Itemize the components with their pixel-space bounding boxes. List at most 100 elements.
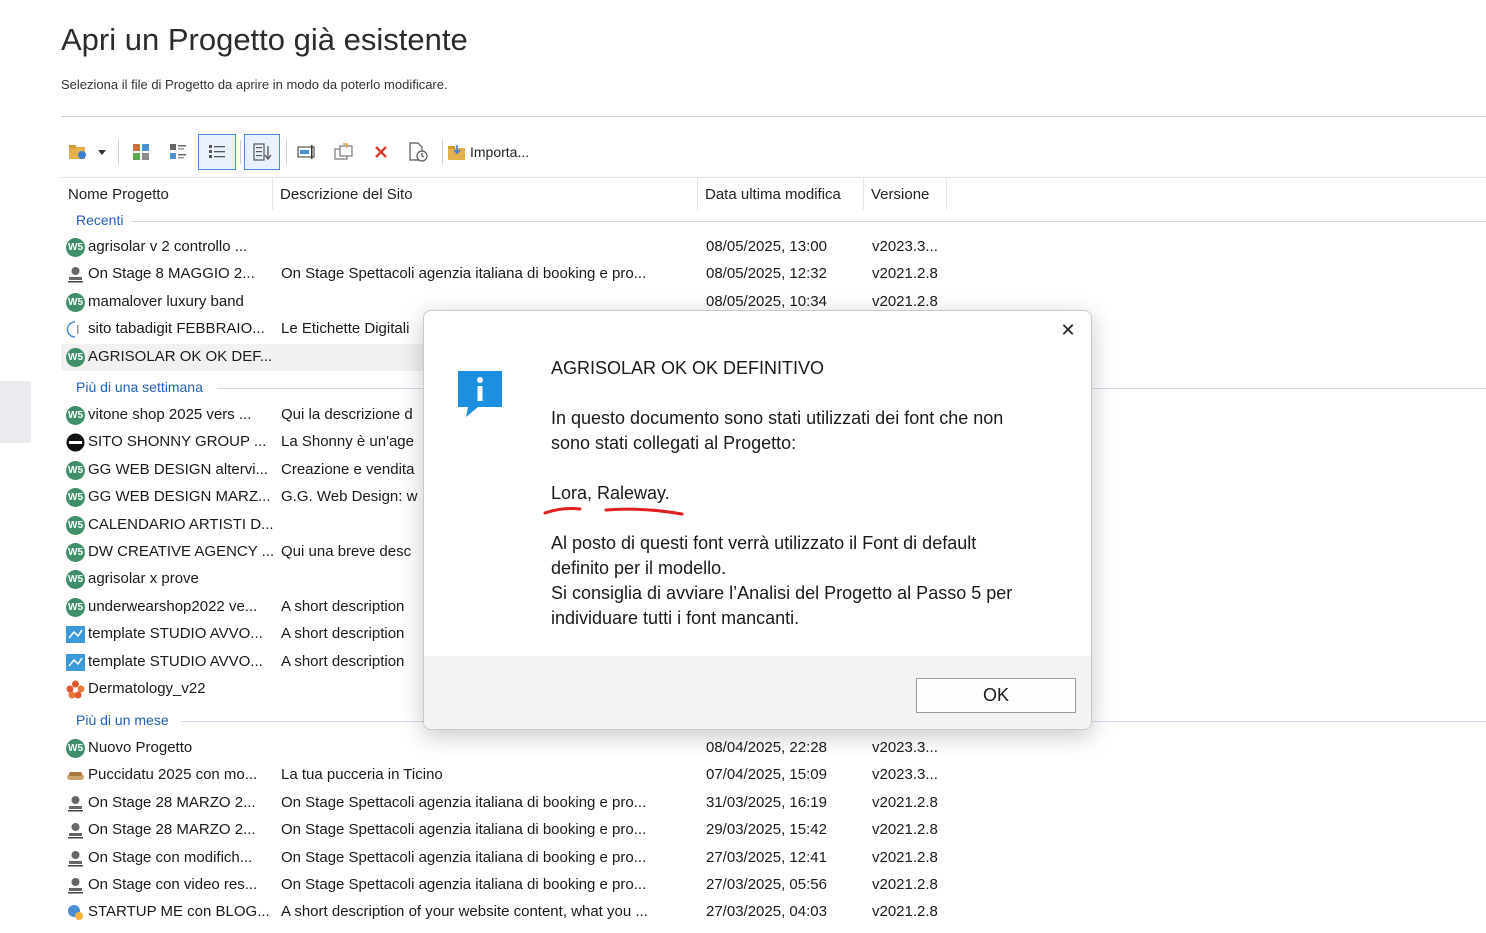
ok-button[interactable]: OK <box>916 678 1076 713</box>
page-subtitle: Seleziona il file di Progetto da aprire … <box>61 77 448 92</box>
list-view-icon[interactable] <box>198 134 236 170</box>
project-date: 08/05/2025, 10:34 <box>706 292 827 310</box>
project-name: GG WEB DESIGN altervi... <box>88 460 269 478</box>
project-version: v2021.2.8 <box>872 292 938 310</box>
project-description: On Stage Spettacoli agenzia italiana di … <box>281 265 647 283</box>
template-thumbnail-icon <box>66 653 85 671</box>
project-version: v2021.2.8 <box>872 265 938 283</box>
table-row[interactable]: On Stage 28 MARZO 2... On Stage Spettacol… <box>61 790 1486 817</box>
project-name: agrisolar v 2 controllo ... <box>88 238 248 255</box>
rename-icon[interactable] <box>290 134 324 170</box>
dialog-message-line: In questo documento sono stati utilizzat… <box>551 408 1004 428</box>
project-name: GG WEB DESIGN MARZ... <box>88 488 271 506</box>
startup-logo-icon <box>68 905 83 921</box>
flower-logo-icon <box>66 680 85 699</box>
missing-fonts-list: Lora, Raleway. <box>551 483 670 503</box>
group-header-month[interactable]: Più di un mese <box>76 712 169 728</box>
project-version: v2021.2.8 <box>872 821 938 839</box>
table-row[interactable]: W5 Nuovo Progetto 08/04/2025, 22:28 v2023.3… <box>61 735 1486 762</box>
dropdown-arrow-icon[interactable] <box>94 134 110 170</box>
person-icon <box>68 823 83 839</box>
group-header-recent[interactable]: Recenti <box>76 212 123 228</box>
toolbar: Importa... <box>64 134 584 172</box>
project-name: agrisolar x prove <box>88 570 199 588</box>
group-header-week[interactable]: Più di una settimana <box>76 379 203 395</box>
websiteX5-project-icon: W5 <box>66 406 85 425</box>
project-name: underwearshop2022 ve... <box>88 597 258 615</box>
new-project-icon[interactable] <box>64 134 94 170</box>
column-header-description[interactable]: Descrizione del Sito <box>273 178 698 210</box>
dialog-message-line: sono stati collegati al Progetto: <box>551 433 797 453</box>
template-thumbnail-icon <box>66 626 85 644</box>
table-row[interactable]: On Stage con video res... On Stage Spetta… <box>61 872 1486 899</box>
table-row[interactable]: On Stage 8 MAGGIO 2... On Stage Spettacol… <box>61 261 1486 288</box>
group-divider <box>131 221 1486 222</box>
column-header-version[interactable]: Versione <box>864 178 947 210</box>
table-row[interactable]: W5 AGRISOLAR OK OK DEF... <box>61 343 441 371</box>
import-folder-icon <box>448 145 465 160</box>
project-description: On Stage Spettacoli agenzia italiana di … <box>281 848 647 866</box>
project-name: Puccidatu 2025 con mo... <box>88 766 258 784</box>
project-name: DW CREATIVE AGENCY ... <box>88 543 273 560</box>
toolbar-separator <box>240 140 241 164</box>
dialog-message-line: definito per il modello. <box>551 558 727 578</box>
person-icon <box>68 795 83 812</box>
project-description: La tua pucceria in Ticino <box>281 766 443 784</box>
project-description: On Stage Spettacoli agenzia italiana di … <box>281 821 647 839</box>
delete-icon[interactable] <box>364 134 398 170</box>
import-label: Importa... <box>470 144 530 160</box>
project-name: CALENDARIO ARTISTI D... <box>88 515 273 533</box>
project-version: v2023.3... <box>872 766 938 784</box>
project-version: v2021.2.8 <box>872 848 938 866</box>
shonny-logo-icon <box>66 433 85 452</box>
bread-logo-icon <box>67 772 84 781</box>
project-name: On Stage con video res... <box>88 876 258 893</box>
table-row[interactable]: STARTUP ME con BLOG... A short descriptio… <box>61 899 1486 926</box>
table-row[interactable]: W5 agrisolar v 2 controllo ... 08/05/2025,… <box>61 234 1486 261</box>
websiteX5-project-icon: W5 <box>66 488 85 508</box>
column-header-date[interactable]: Data ultima modifica <box>698 178 864 210</box>
side-panel-tab[interactable] <box>0 381 31 443</box>
duplicate-icon[interactable] <box>327 134 361 170</box>
project-name: STARTUP ME con BLOG... <box>88 903 270 921</box>
websiteX5-project-icon: W5 <box>66 597 85 617</box>
person-icon <box>68 267 83 283</box>
column-header-name[interactable]: Nome Progetto <box>61 178 273 210</box>
history-icon[interactable] <box>401 134 435 170</box>
websiteX5-project-icon: W5 <box>66 292 85 312</box>
project-name: Dermatology_v22 <box>88 680 206 697</box>
project-version: v2021.2.8 <box>872 903 938 921</box>
project-name: template STUDIO AVVO... <box>88 652 263 670</box>
project-name: SITO SHONNY GROUP ... <box>88 433 267 451</box>
import-button[interactable]: Importa... <box>447 134 529 170</box>
project-description: A short description of your website cont… <box>281 903 648 921</box>
sort-icon[interactable] <box>244 134 280 170</box>
websiteX5-project-icon: W5 <box>66 570 85 590</box>
table-row[interactable]: Puccidatu 2025 con mo... La tua pucceria … <box>61 762 1486 789</box>
tiles-view-icon[interactable] <box>161 134 195 170</box>
project-name: On Stage 28 MARZO 2... <box>88 793 256 811</box>
project-date: 08/04/2025, 22:28 <box>706 739 827 756</box>
info-icon <box>454 367 506 424</box>
websiteX5-project-icon: W5 <box>66 238 85 257</box>
table-row[interactable]: On Stage con modifich... On Stage Spettac… <box>61 845 1486 872</box>
close-icon[interactable]: ✕ <box>1055 317 1081 343</box>
project-date: 31/03/2025, 16:19 <box>706 793 827 811</box>
project-date: 27/03/2025, 12:41 <box>706 848 827 866</box>
project-version: v2023.3... <box>872 238 938 255</box>
dialog-title: AGRISOLAR OK OK DEFINITIVO <box>551 358 825 378</box>
person-icon <box>68 878 83 894</box>
project-description: On Stage Spettacoli agenzia italiana di … <box>281 793 647 811</box>
project-name: sito tabadigit FEBBRAIO... <box>88 320 265 338</box>
dialog-footer: OK <box>424 656 1091 729</box>
header-divider <box>61 116 1486 117</box>
project-name: On Stage con modifich... <box>88 848 253 866</box>
dialog-message-line: Si consiglia di avviare l’Analisi del Pr… <box>551 583 1013 603</box>
websiteX5-project-icon: W5 <box>66 739 85 758</box>
missing-fonts-dialog: ✕ AGRISOLAR OK OK DEFINITIVO In questo d… <box>423 310 1092 730</box>
project-version: v2023.3... <box>872 739 938 756</box>
project-date: 08/05/2025, 12:32 <box>706 265 827 283</box>
large-icons-view-icon[interactable] <box>124 134 158 170</box>
websiteX5-project-icon: W5 <box>66 515 85 535</box>
table-row[interactable]: On Stage 28 MARZO 2... On Stage Spettacol… <box>61 817 1486 844</box>
